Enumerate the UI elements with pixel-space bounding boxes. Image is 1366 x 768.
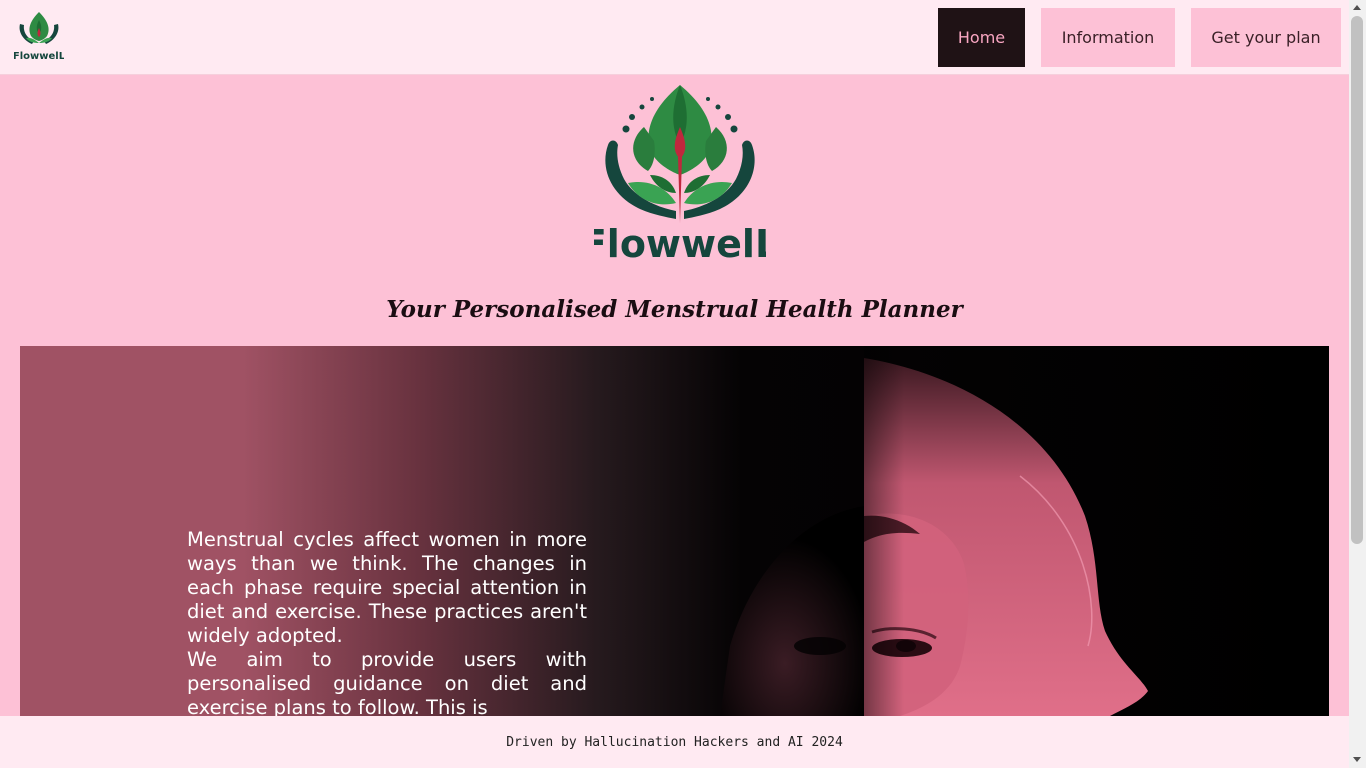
banner-description: Menstrual cycles affect women in more wa…	[187, 528, 587, 716]
svg-text:FlowwelL: FlowwelL	[14, 51, 64, 62]
scroll-up-arrow-icon[interactable]	[1353, 5, 1361, 10]
page-tagline: Your Personalised Menstrual Health Plann…	[386, 296, 963, 323]
lotus-hands-drop-icon: FlowwelL	[13, 12, 66, 62]
scroll-down-arrow-icon[interactable]	[1353, 757, 1361, 762]
brand-wordmark: FlowwelL	[594, 222, 766, 265]
page-footer: Driven by Hallucination Hackers and AI 2…	[0, 716, 1349, 768]
banner-paragraph: Menstrual cycles affect women in more wa…	[187, 528, 587, 647]
scrollbar-thumb[interactable]	[1351, 16, 1363, 544]
hero-banner: Menstrual cycles affect women in more wa…	[20, 346, 1329, 716]
woman-face-profile-illustration	[720, 346, 1148, 716]
nav-get-plan-button[interactable]: Get your plan	[1191, 8, 1341, 67]
footer-credit: Driven by Hallucination Hackers and AI 2…	[506, 734, 843, 750]
nav-home-button[interactable]: Home	[938, 8, 1025, 67]
flowwell-logo-small[interactable]: FlowwelL	[13, 8, 66, 62]
lotus-hands-drop-icon: FlowwelL	[581, 85, 779, 266]
top-navbar: FlowwelL Home Information Get your plan	[0, 0, 1349, 75]
flowwell-hero-logo: FlowwelL	[581, 83, 779, 266]
banner-paragraph: We aim to provide users with personalise…	[187, 648, 587, 716]
nav-information-button[interactable]: Information	[1041, 8, 1175, 67]
